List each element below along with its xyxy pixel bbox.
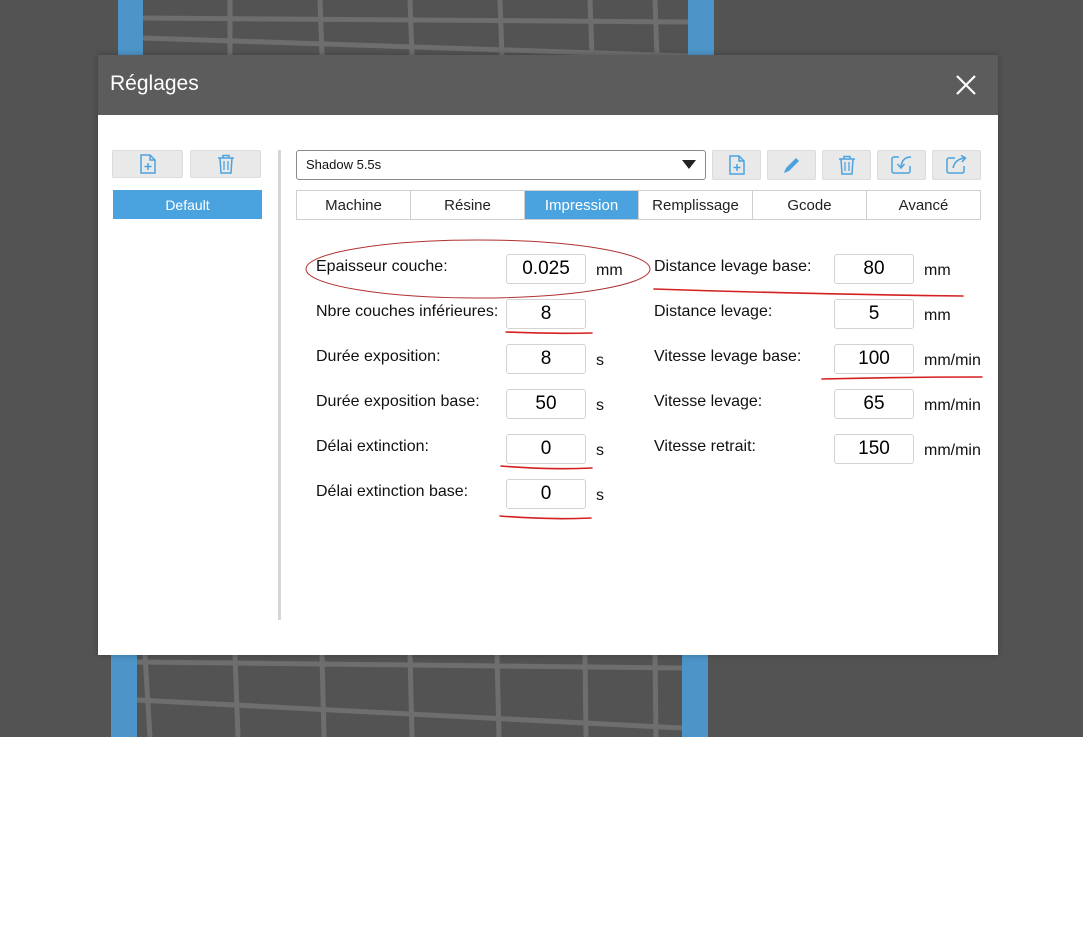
- bottom-exposure-time-input[interactable]: [506, 389, 586, 419]
- preset-dropdown-value: Shadow 5.5s: [306, 157, 382, 172]
- close-icon: [956, 75, 976, 95]
- lift-distance-input[interactable]: [834, 299, 914, 329]
- bottom-layers-label: Nbre couches inférieures:: [316, 303, 499, 320]
- dialog-titlebar[interactable]: Réglages: [98, 55, 998, 115]
- profile-item-default[interactable]: Default: [113, 190, 262, 219]
- import-preset-button[interactable]: [877, 150, 926, 180]
- tab-impression[interactable]: Impression: [525, 191, 639, 219]
- delete-profile-button[interactable]: [190, 150, 261, 178]
- tab-avance[interactable]: Avancé: [867, 191, 980, 219]
- exposure-time-input[interactable]: [506, 344, 586, 374]
- file-plus-icon: [728, 155, 745, 175]
- layer-thickness-label: Epaisseur couche:: [316, 258, 448, 275]
- bottom-lift-distance-input[interactable]: [834, 254, 914, 284]
- bottom-lift-distance-label: Distance levage base:: [654, 258, 812, 275]
- exposure-time-label: Durée exposition:: [316, 348, 441, 365]
- lift-distance-unit: mm: [924, 307, 951, 324]
- export-preset-button[interactable]: [932, 150, 981, 180]
- dropdown-arrow-icon: [682, 160, 696, 169]
- trash-icon: [217, 154, 234, 174]
- light-off-delay-input[interactable]: [506, 434, 586, 464]
- add-profile-button[interactable]: [112, 150, 183, 178]
- dialog-title: Réglages: [110, 72, 199, 95]
- tab-machine[interactable]: Machine: [297, 191, 411, 219]
- file-plus-icon: [139, 154, 156, 174]
- lift-speed-unit: mm/min: [924, 397, 981, 414]
- retract-speed-unit: mm/min: [924, 442, 981, 459]
- bottom-light-off-delay-unit: s: [596, 487, 604, 504]
- bottom-exposure-time-unit: s: [596, 397, 604, 414]
- layer-thickness-unit: mm: [596, 262, 623, 279]
- export-icon: [945, 155, 967, 174]
- layer-thickness-input[interactable]: [506, 254, 586, 284]
- bottom-layers-input[interactable]: [506, 299, 586, 329]
- retract-speed-input[interactable]: [834, 434, 914, 464]
- edit-preset-button[interactable]: [767, 150, 816, 180]
- lift-speed-label: Vitesse levage:: [654, 393, 763, 410]
- preset-dropdown[interactable]: Shadow 5.5s: [296, 150, 706, 180]
- light-off-delay-label: Délai extinction:: [316, 438, 429, 455]
- column-divider: [278, 150, 281, 620]
- pencil-icon: [783, 158, 799, 173]
- bottom-lift-distance-unit: mm: [924, 262, 951, 279]
- tab-remplissage[interactable]: Remplissage: [639, 191, 753, 219]
- bottom-lift-speed-input[interactable]: [834, 344, 914, 374]
- close-button[interactable]: [948, 67, 984, 103]
- settings-tabs: Machine Résine Impression Remplissage Gc…: [296, 190, 981, 220]
- lift-speed-input[interactable]: [834, 389, 914, 419]
- bottom-light-off-delay-label: Délai extinction base:: [316, 483, 469, 500]
- bottom-lift-speed-unit: mm/min: [924, 352, 981, 369]
- bottom-exposure-time-label: Durée exposition base:: [316, 393, 480, 410]
- trash-icon: [838, 155, 855, 175]
- delete-preset-button[interactable]: [822, 150, 871, 180]
- bottom-light-off-delay-input[interactable]: [506, 479, 586, 509]
- import-icon: [890, 156, 911, 174]
- retract-speed-label: Vitesse retrait:: [654, 438, 756, 455]
- exposure-time-unit: s: [596, 352, 604, 369]
- tab-resine[interactable]: Résine: [411, 191, 525, 219]
- settings-dialog: Réglages Default Shadow 5.5s Machine Rés…: [98, 55, 998, 655]
- add-preset-button[interactable]: [712, 150, 761, 180]
- light-off-delay-unit: s: [596, 442, 604, 459]
- lift-distance-label: Distance levage:: [654, 303, 773, 320]
- bottom-lift-speed-label: Vitesse levage base:: [654, 348, 802, 365]
- tab-gcode[interactable]: Gcode: [753, 191, 867, 219]
